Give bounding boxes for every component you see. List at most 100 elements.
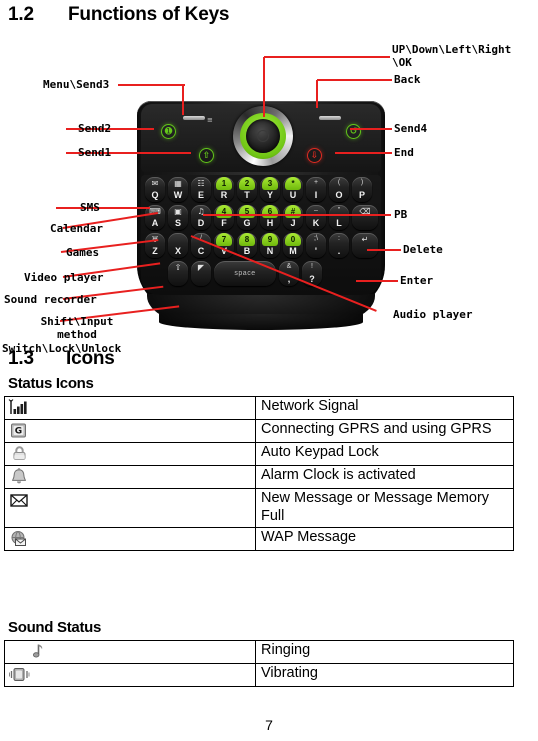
status-icon-cell	[4, 442, 256, 466]
key-P[interactable]: ) P	[352, 177, 372, 202]
switch-lock-icon[interactable]: ◤	[191, 261, 211, 286]
key-.[interactable]: :.	[329, 233, 349, 258]
key-letter-label: '	[314, 246, 318, 256]
key-H[interactable]: 6H	[260, 205, 280, 230]
key-O[interactable]: (O	[329, 177, 349, 202]
callout-send1: Send1	[78, 146, 112, 159]
send1-key[interactable]: ⇧	[199, 148, 214, 163]
leader-line-updown-ok	[264, 56, 390, 58]
key-K[interactable]: – K	[306, 205, 326, 230]
calendar-icon-glyph: ▦	[174, 179, 182, 188]
key-symbol-label: –	[314, 207, 318, 214]
wap-message-icon	[8, 529, 30, 548]
leader-line-send4	[350, 128, 392, 130]
key-symbol-label: (	[337, 179, 341, 186]
sound-recorder-icon[interactable]: ♅Z	[145, 233, 165, 258]
key-L[interactable]: ” L	[329, 205, 349, 230]
section-heading-icons: 1.3 Icons	[8, 348, 115, 370]
key-letter-label: O	[335, 190, 343, 200]
key-R[interactable]: 1R	[214, 177, 234, 202]
dpad-ok-key[interactable]	[246, 119, 280, 153]
right-softkey-back[interactable]	[319, 116, 341, 120]
enter-icon-glyph: ↵	[361, 235, 369, 244]
key-number-label: 8	[239, 233, 255, 246]
key-letter-label: Z	[152, 246, 158, 256]
key-symbol-label: )	[360, 179, 364, 186]
status-icon-label: WAP Message	[255, 527, 514, 551]
video-player-icon-glyph: ▣	[174, 207, 182, 216]
sms-icon[interactable]: ✉ Q	[145, 177, 165, 202]
table-row: G Connecting GPRS and using GPRS	[4, 419, 514, 443]
callout-shift-input-method: Shift\Input method	[22, 315, 132, 341]
status-icon-label: Network Signal	[255, 396, 514, 420]
key-letter-label: D	[197, 218, 205, 228]
key-number-label: #	[285, 205, 301, 218]
send2-key[interactable]: ➊	[161, 124, 176, 139]
document-page: 1.2 Functions of Keys ≡ ➊ ⇧ ↺ ⇩ ✉ Q ▦ W …	[0, 0, 538, 741]
callout-updown-line2: \OK	[392, 56, 412, 69]
switch-lock-icon-glyph: ◤	[197, 263, 205, 272]
dpad-center-dot-icon	[257, 130, 269, 142]
sound-status-table: Ringing Vibrating	[4, 640, 514, 687]
callout-sms: SMS	[80, 201, 100, 214]
enter-icon[interactable]: ↵	[352, 233, 378, 258]
callout-end: End	[394, 146, 414, 159]
key-number-label: 4	[216, 205, 232, 218]
key-symbol-label: +	[313, 179, 319, 186]
key-F[interactable]: 4F	[214, 205, 234, 230]
sound-icon-cell	[4, 640, 256, 664]
key-X[interactable]: X	[168, 233, 188, 258]
section-heading-functions-of-keys: 1.2 Functions of Keys	[8, 4, 230, 26]
key-T[interactable]: 2T	[237, 177, 257, 202]
phonebook-icon-glyph: ☷	[197, 179, 205, 188]
video-player-icon[interactable]: ▣ S	[168, 205, 188, 230]
shift-input-icon-glyph: ⇧	[174, 263, 182, 272]
key-letter-label: K	[312, 218, 320, 228]
key-letter-label: U	[289, 190, 297, 200]
audio-player-icon[interactable]: ♫ D	[191, 205, 211, 230]
status-icon-label: Connecting GPRS and using GPRS	[255, 419, 514, 443]
status-icon-cell	[4, 396, 256, 420]
leader-line-end	[335, 152, 392, 154]
key-I[interactable]: + I	[306, 177, 326, 202]
key-number-label: 7	[216, 233, 232, 246]
network-signal-icon	[8, 398, 30, 417]
leader-line-back	[317, 79, 392, 81]
phonebook-icon[interactable]: ☷ E	[191, 177, 211, 202]
callout-shift-line2: method	[57, 328, 97, 341]
end-key[interactable]: ⇩	[307, 148, 322, 163]
status-icons-heading: Status Icons	[8, 375, 94, 392]
key-U[interactable]: * U	[283, 177, 303, 202]
callout-shift-line1: Shift\Input	[40, 315, 114, 328]
key-Y[interactable]: 3Y	[260, 177, 280, 202]
icons-section-title: Icons	[66, 348, 115, 369]
sound-icon-label: Vibrating	[255, 663, 514, 687]
alarm-bell-icon	[8, 467, 30, 486]
shift-input-icon[interactable]: ⇧	[168, 261, 188, 286]
key-letter-label: F	[221, 218, 227, 228]
key-number-label: 0	[285, 233, 301, 246]
callout-back: Back	[394, 73, 421, 86]
leader-line-delete	[367, 249, 401, 251]
key-symbol-label: !	[311, 263, 313, 270]
key-M[interactable]: 0M	[283, 233, 303, 258]
vibrate-icon	[8, 665, 30, 684]
left-softkey-menu-send3[interactable]	[183, 116, 205, 120]
calendar-icon[interactable]: ▦ W	[168, 177, 188, 202]
status-icons-table-body: Network Signal G Connecting GPRS and usi…	[4, 396, 514, 551]
leader-line-menu-send3-drop	[182, 85, 184, 115]
key-number-label: 5	[239, 205, 255, 218]
key-N[interactable]: 9N	[260, 233, 280, 258]
key-'[interactable]: ;\ '	[306, 233, 326, 258]
send4-key[interactable]: ↺	[346, 124, 361, 139]
key-G[interactable]: 5G	[237, 205, 257, 230]
section-number: 1.2	[8, 4, 34, 25]
leader-line-menu-send3	[118, 84, 185, 86]
callout-delete: Delete	[403, 243, 443, 256]
callout-menu-send3: Menu\Send3	[43, 78, 110, 91]
table-row: New Message or Message Memory Full	[4, 488, 514, 528]
callout-send4: Send4	[394, 122, 428, 135]
delete-icon[interactable]: ⌫	[352, 205, 378, 230]
key-J[interactable]: # J	[283, 205, 303, 230]
svg-text:G: G	[15, 427, 22, 437]
